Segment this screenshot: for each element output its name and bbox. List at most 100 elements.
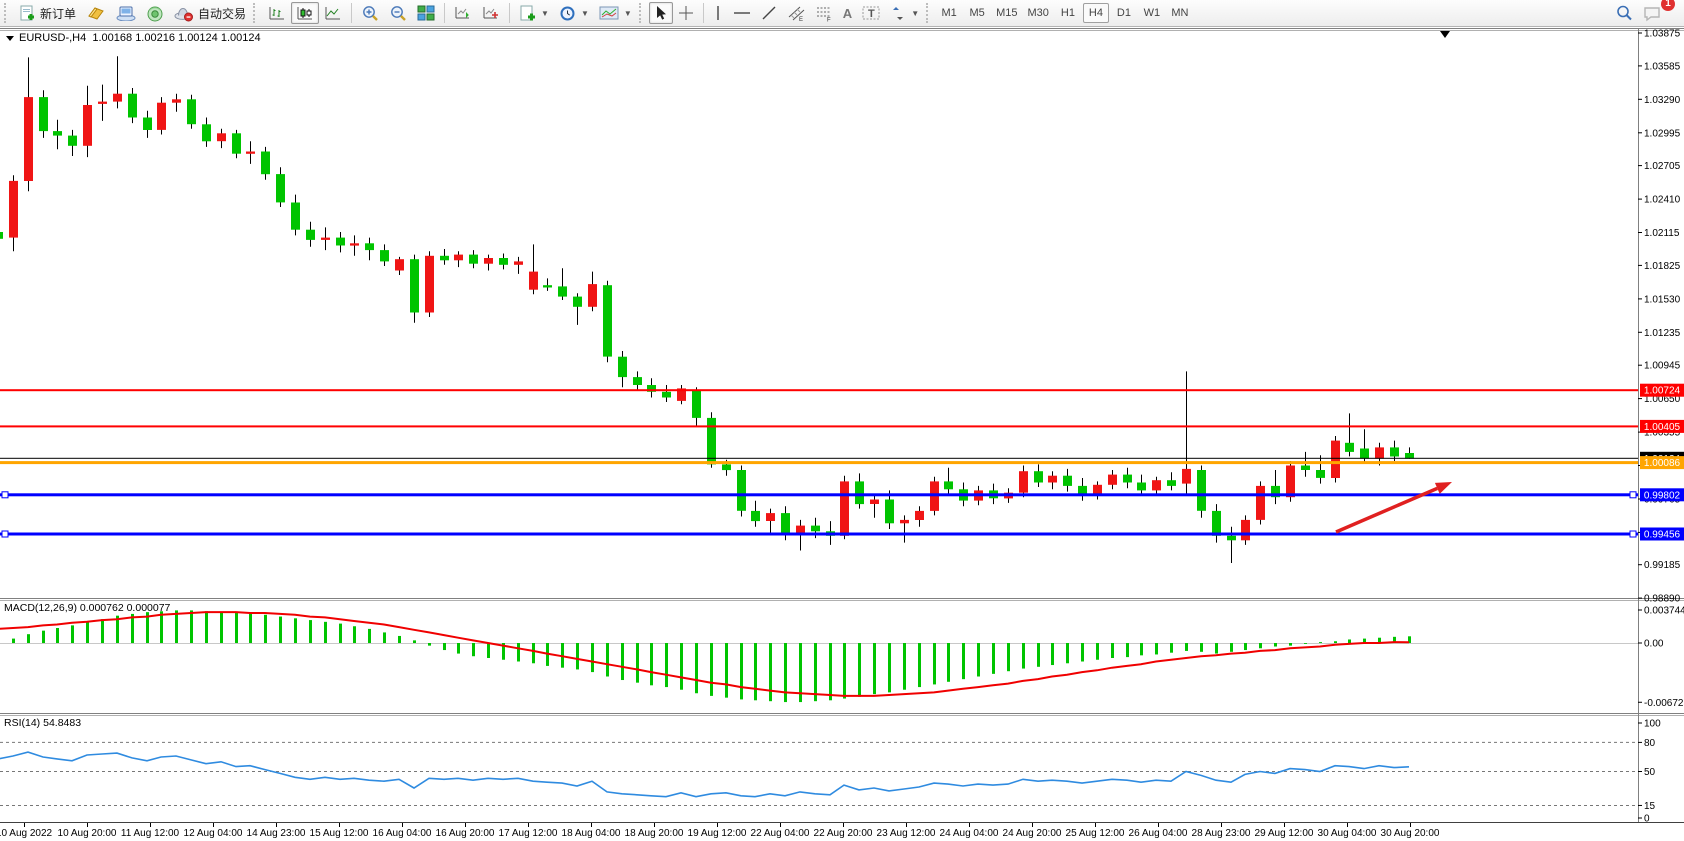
arrows-tool[interactable]: ▼ [885, 2, 924, 24]
svg-text:28 Aug 23:00: 28 Aug 23:00 [1192, 828, 1251, 839]
trendline-tool[interactable] [756, 2, 782, 24]
chevron-down-icon: ▼ [911, 9, 919, 18]
tile-windows-button[interactable] [412, 2, 440, 24]
svg-text:1.01235: 1.01235 [1644, 328, 1681, 339]
svg-text:19 Aug 12:00: 19 Aug 12:00 [688, 828, 747, 839]
autotrading-label: 自动交易 [198, 5, 246, 22]
svg-text:15 Aug 12:00: 15 Aug 12:00 [310, 828, 369, 839]
hline-1.00405[interactable] [0, 425, 1638, 427]
hline-0.99456[interactable] [0, 533, 1638, 536]
chevron-down-icon: ▼ [624, 9, 632, 18]
svg-text:0: 0 [1644, 814, 1650, 825]
indicators-button[interactable]: ▼ [594, 2, 637, 24]
chart-shift-button[interactable] [477, 2, 505, 24]
svg-text:-0.006723: -0.006723 [1644, 698, 1684, 709]
rsi-label: RSI(14) 54.8483 [4, 717, 81, 729]
auto-scroll-button[interactable] [449, 2, 477, 24]
toolbar-grip[interactable] [926, 3, 932, 23]
autotrading-button[interactable]: 自动交易 [169, 2, 251, 24]
chart-shift-icon [482, 5, 500, 21]
toolbar-grip[interactable] [253, 3, 259, 23]
bar-chart-button[interactable] [263, 2, 291, 24]
timeframe-m5[interactable]: M5 [964, 3, 990, 23]
timeframe-group: M1M5M15M30H1H4D1W1MN [936, 3, 1193, 23]
timeframe-h1[interactable]: H1 [1055, 3, 1081, 23]
svg-text:10 Aug 20:00: 10 Aug 20:00 [58, 828, 117, 839]
timeframe-m30[interactable]: M30 [1024, 3, 1053, 23]
text-label-tool[interactable]: T [857, 2, 885, 24]
svg-text:1.00086: 1.00086 [1644, 458, 1681, 469]
zoom-out-button[interactable] [384, 2, 412, 24]
timeframe-w1[interactable]: W1 [1139, 3, 1165, 23]
timeframe-h4[interactable]: H4 [1083, 3, 1109, 23]
svg-text:1.02995: 1.02995 [1644, 128, 1681, 139]
svg-text:1.03875: 1.03875 [1644, 29, 1681, 40]
svg-text:1.00945: 1.00945 [1644, 361, 1681, 372]
svg-text:16 Aug 20:00: 16 Aug 20:00 [436, 828, 495, 839]
vertical-line-tool[interactable] [708, 2, 728, 24]
autotrading-hat-icon [174, 5, 194, 22]
zoom-in-icon [361, 5, 379, 22]
dropdown-triangle-icon[interactable] [6, 36, 14, 41]
chevron-down-icon: ▼ [581, 9, 589, 18]
cursor-button[interactable] [649, 2, 673, 24]
notifications-button[interactable]: 1 [1638, 2, 1668, 24]
text-label-icon: T [862, 5, 880, 21]
signal-globe-icon [146, 5, 164, 22]
hline-1.00724[interactable] [0, 389, 1638, 391]
hline-0.99802[interactable] [0, 493, 1638, 496]
zoom-out-icon [389, 5, 407, 22]
fibonacci-tool[interactable]: F [810, 2, 838, 24]
signals-button[interactable] [141, 2, 169, 24]
svg-text:18 Aug 04:00: 18 Aug 04:00 [562, 828, 621, 839]
new-order-button[interactable]: 新订单 [14, 2, 81, 24]
periods-button[interactable]: ▼ [554, 2, 594, 24]
chart-canvas[interactable]: 0.0037440.00-0.00672310080501501.038751.… [0, 0, 1684, 841]
svg-text:1.03585: 1.03585 [1644, 61, 1681, 72]
crosshair-button[interactable] [673, 2, 699, 24]
svg-text:50: 50 [1644, 767, 1656, 778]
new-order-label: 新订单 [40, 5, 76, 22]
svg-text:0.98890: 0.98890 [1644, 594, 1681, 605]
notification-badge: 1 [1661, 0, 1675, 11]
svg-text:1.02410: 1.02410 [1644, 195, 1681, 206]
search-button[interactable] [1610, 2, 1638, 24]
timeframe-m15[interactable]: M15 [992, 3, 1021, 23]
timeframe-d1[interactable]: D1 [1111, 3, 1137, 23]
timeframe-m1[interactable]: M1 [936, 3, 962, 23]
indicators-icon [599, 5, 619, 21]
svg-text:15: 15 [1644, 801, 1656, 812]
hline-1.00124[interactable] [0, 458, 1638, 459]
svg-text:1.01530: 1.01530 [1644, 294, 1681, 305]
svg-text:12 Aug 04:00: 12 Aug 04:00 [184, 828, 243, 839]
text-tool[interactable]: A [838, 2, 857, 24]
svg-text:1.02705: 1.02705 [1644, 161, 1681, 172]
svg-text:0.99456: 0.99456 [1644, 529, 1681, 540]
bar-chart-icon [268, 5, 286, 21]
auto-scroll-icon [454, 5, 472, 21]
zoom-in-button[interactable] [356, 2, 384, 24]
templates-button[interactable]: ▼ [514, 2, 554, 24]
equidistant-channel-tool[interactable]: E [782, 2, 810, 24]
toolbar-grip[interactable] [4, 3, 10, 23]
candlestick-chart-button[interactable] [291, 2, 319, 24]
svg-text:22 Aug 04:00: 22 Aug 04:00 [751, 828, 810, 839]
svg-text:0.99185: 0.99185 [1644, 560, 1681, 571]
toolbar-grip[interactable] [639, 3, 645, 23]
line-chart-button[interactable] [319, 2, 347, 24]
terminal-button[interactable] [111, 2, 141, 24]
svg-text:17 Aug 12:00: 17 Aug 12:00 [499, 828, 558, 839]
svg-text:30 Aug 04:00: 30 Aug 04:00 [1318, 828, 1377, 839]
hline-1.00086[interactable] [0, 461, 1638, 464]
svg-text:1.02115: 1.02115 [1644, 228, 1680, 239]
macd-label: MACD(12,26,9) 0.000762 0.000077 [4, 602, 170, 614]
timeframe-mn[interactable]: MN [1167, 3, 1193, 23]
market-watch-button[interactable] [81, 2, 111, 24]
svg-text:1.00724: 1.00724 [1644, 386, 1681, 397]
horizontal-line-tool[interactable] [728, 2, 756, 24]
template-icon [519, 5, 536, 22]
svg-text:30 Aug 20:00: 30 Aug 20:00 [1381, 828, 1440, 839]
new-order-icon [19, 5, 36, 22]
svg-text:24 Aug 04:00: 24 Aug 04:00 [940, 828, 999, 839]
svg-text:23 Aug 12:00: 23 Aug 12:00 [877, 828, 936, 839]
